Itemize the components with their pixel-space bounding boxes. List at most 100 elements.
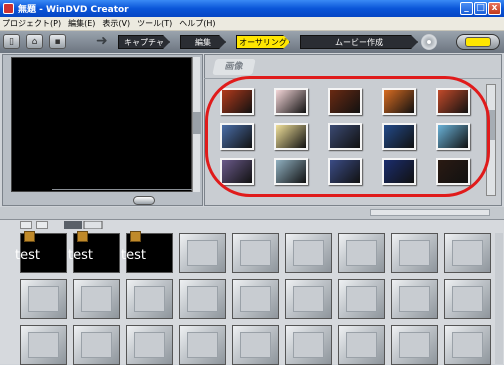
empty-slot-frame	[28, 332, 59, 358]
toolbar: ▯ ⌂ ▪ ➜ キャプチャ 編集 オーサリング ムービー作成	[0, 31, 504, 53]
zoom-slider[interactable]	[370, 209, 490, 216]
menu-tools[interactable]: ツール(T)	[137, 17, 172, 30]
clip-badge-icon	[77, 231, 88, 242]
media-thumbnail[interactable]	[382, 123, 416, 150]
storyboard-tab-2[interactable]	[36, 221, 48, 229]
empty-slot-frame	[240, 286, 271, 312]
maximize-button[interactable]: □	[474, 2, 487, 15]
media-thumbnail[interactable]	[328, 158, 362, 185]
storyboard-slot[interactable]	[20, 325, 67, 365]
media-thumbnail[interactable]	[274, 158, 308, 185]
menu-view[interactable]: 表示(V)	[102, 17, 130, 30]
empty-slot-frame	[187, 240, 218, 266]
output-button[interactable]	[456, 34, 500, 50]
storyboard-slot[interactable]	[179, 325, 226, 365]
media-thumbnail[interactable]	[382, 158, 416, 185]
empty-slot-frame	[293, 332, 324, 358]
storyboard-slot[interactable]: test	[121, 231, 173, 273]
clip-title: test	[15, 248, 40, 263]
title-bar: 無題 - WinDVD Creator _ □ x	[0, 0, 504, 17]
media-thumbnail[interactable]	[220, 123, 254, 150]
preview-scroll-thumb[interactable]	[193, 112, 201, 134]
media-thumbnail[interactable]	[436, 158, 470, 185]
title-name: WinDVD Creator	[46, 5, 129, 15]
storyboard-slot[interactable]	[444, 325, 491, 365]
media-thumbnail[interactable]	[220, 158, 254, 185]
empty-slot-frame	[81, 332, 112, 358]
media-thumbnail[interactable]	[328, 88, 362, 115]
empty-slot-frame	[346, 240, 377, 266]
title-prefix: 無題 -	[18, 5, 43, 15]
media-thumbnail[interactable]	[328, 123, 362, 150]
storyboard-scrollbar[interactable]	[495, 233, 503, 364]
storyboard-slot[interactable]	[391, 325, 438, 365]
open-project-icon[interactable]: ⌂	[26, 34, 43, 49]
output-icon	[465, 37, 491, 47]
minimize-button[interactable]: _	[460, 2, 473, 15]
empty-slot-frame	[81, 286, 112, 312]
album-label[interactable]: 画像	[212, 59, 256, 75]
storyboard-slot[interactable]	[232, 279, 279, 319]
media-thumbnail[interactable]	[274, 88, 308, 115]
storyboard-tab-1[interactable]	[20, 221, 32, 229]
empty-slot-frame	[452, 240, 483, 266]
storyboard-slot[interactable]	[391, 279, 438, 319]
storyboard-slot[interactable]	[179, 279, 226, 319]
step-make-movie[interactable]: ムービー作成	[300, 35, 418, 49]
storyboard-slot[interactable]	[285, 233, 332, 273]
storyboard-slot[interactable]	[338, 233, 385, 273]
empty-slot-frame	[134, 332, 165, 358]
storyboard-slot[interactable]	[73, 325, 120, 365]
clip-title: test	[68, 248, 93, 263]
empty-slot-frame	[452, 286, 483, 312]
empty-slot-frame	[187, 286, 218, 312]
menu-help[interactable]: ヘルプ(H)	[179, 17, 215, 30]
empty-slot-frame	[346, 286, 377, 312]
media-thumbnail[interactable]	[274, 123, 308, 150]
new-project-icon[interactable]: ▯	[3, 34, 20, 49]
empty-slot-frame	[452, 332, 483, 358]
media-thumbnail[interactable]	[436, 88, 470, 115]
empty-slot-frame	[399, 332, 430, 358]
storyboard-slot[interactable]	[179, 233, 226, 273]
storyboard-slot[interactable]	[126, 325, 173, 365]
library-scroll-thumb[interactable]	[487, 110, 495, 140]
storyboard-slot[interactable]	[338, 279, 385, 319]
step-capture[interactable]: キャプチャ	[118, 35, 170, 49]
storyboard-slot[interactable]	[338, 325, 385, 365]
storyboard-slot[interactable]	[391, 233, 438, 273]
preview-scrollbar[interactable]	[192, 57, 201, 192]
menu-bar: プロジェクト(P) 編集(E) 表示(V) ツール(T) ヘルプ(H)	[0, 17, 504, 31]
storyboard-slot[interactable]	[20, 279, 67, 319]
clip-badge-icon	[24, 231, 35, 242]
step-edit[interactable]: 編集	[180, 35, 226, 49]
storyboard-slot[interactable]: test	[68, 231, 120, 273]
empty-slot-frame	[346, 332, 377, 358]
storyboard-slot[interactable]	[126, 279, 173, 319]
seek-bar[interactable]	[52, 189, 192, 190]
storyboard-slot[interactable]	[444, 279, 491, 319]
storyboard-slot[interactable]	[73, 279, 120, 319]
empty-slot-frame	[399, 286, 430, 312]
step-authoring[interactable]: オーサリング	[236, 35, 290, 49]
media-thumbnail[interactable]	[436, 123, 470, 150]
menu-project[interactable]: プロジェクト(P)	[2, 17, 61, 30]
media-thumbnail[interactable]	[382, 88, 416, 115]
close-button[interactable]: x	[488, 2, 501, 15]
storyboard-slot[interactable]	[444, 233, 491, 273]
menu-edit[interactable]: 編集(E)	[68, 17, 95, 30]
library-divider	[204, 78, 502, 79]
storyboard-view-icon[interactable]	[64, 220, 104, 230]
empty-slot-frame	[187, 332, 218, 358]
storyboard-slot[interactable]	[232, 233, 279, 273]
storyboard-slot[interactable]	[285, 325, 332, 365]
media-thumbnail[interactable]	[220, 88, 254, 115]
storyboard-slot[interactable]	[232, 325, 279, 365]
save-project-icon[interactable]: ▪	[49, 34, 66, 49]
storyboard-slot[interactable]	[285, 279, 332, 319]
empty-slot-frame	[28, 286, 59, 312]
play-button[interactable]	[133, 196, 155, 205]
storyboard-slot[interactable]: test	[15, 231, 67, 273]
app-icon[interactable]	[3, 3, 14, 14]
library-scrollbar[interactable]	[486, 84, 496, 196]
